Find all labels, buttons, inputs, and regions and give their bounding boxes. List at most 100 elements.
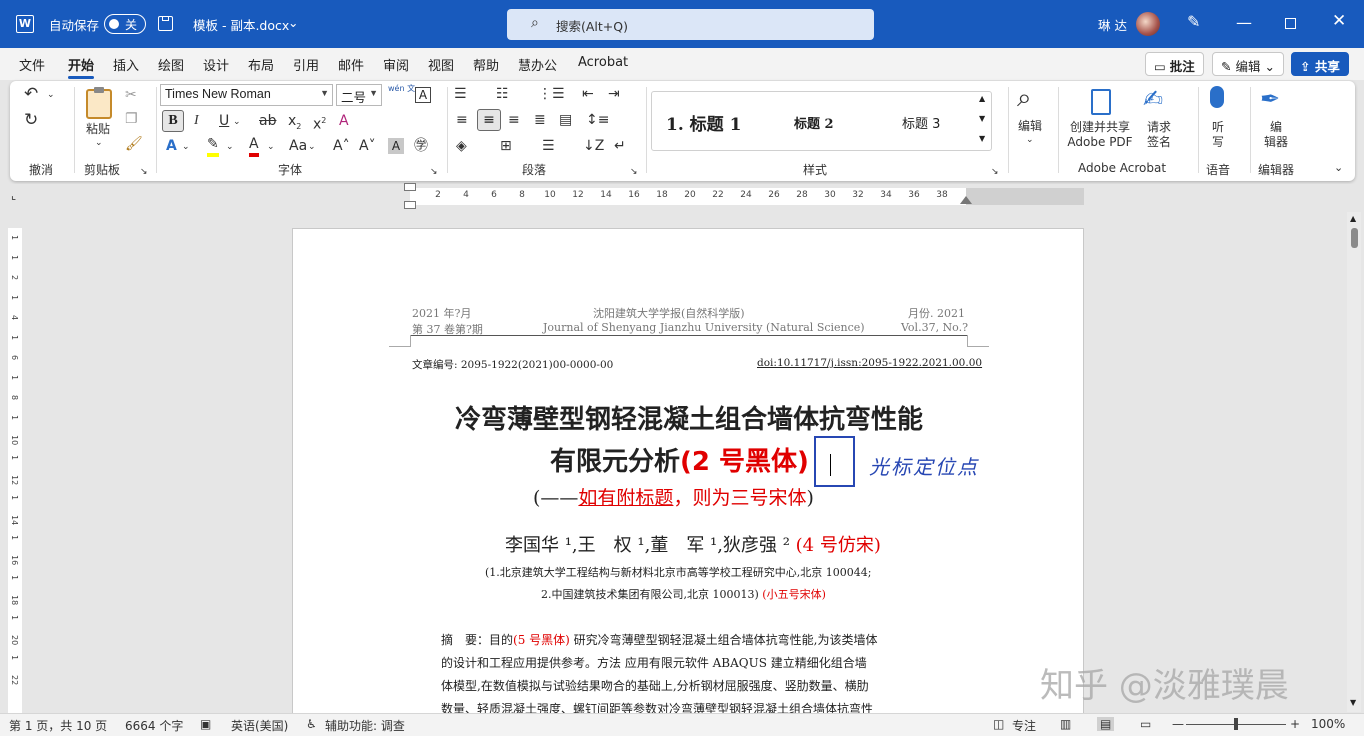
editing-dropdown-icon[interactable]: ⌄ bbox=[1026, 133, 1034, 147]
redo-icon[interactable]: ↻ bbox=[24, 111, 38, 129]
shrink-font-icon[interactable]: A˅ bbox=[359, 137, 376, 155]
comments-button[interactable]: ▭ 批注 bbox=[1145, 52, 1204, 76]
styles-scroll-down-icon[interactable]: ▼ bbox=[979, 114, 985, 123]
underline-button[interactable]: U bbox=[219, 112, 229, 130]
font-color-icon[interactable]: A bbox=[249, 135, 259, 157]
paragraph-launcher-icon[interactable]: ↘ bbox=[630, 165, 638, 179]
web-layout-icon[interactable]: ▭ bbox=[1140, 717, 1151, 731]
tab-design[interactable]: 设计 bbox=[203, 55, 229, 74]
clear-formatting-icon[interactable]: A bbox=[339, 112, 349, 130]
show-marks-icon[interactable]: ↵ bbox=[614, 137, 626, 155]
style-heading-2[interactable]: 标题 2 bbox=[794, 113, 834, 132]
tab-insert[interactable]: 插入 bbox=[113, 55, 139, 74]
enclose-char-icon[interactable]: ㊫ bbox=[414, 137, 428, 155]
styles-launcher-icon[interactable]: ↘ bbox=[991, 165, 999, 179]
right-indent-icon[interactable] bbox=[960, 196, 972, 204]
accessibility-status[interactable]: 辅助功能: 调查 bbox=[325, 717, 405, 734]
numbering-icon[interactable]: ☷ bbox=[496, 85, 509, 103]
decrease-indent-icon[interactable]: ⇤ bbox=[582, 85, 594, 103]
bullets-icon[interactable]: ☰ bbox=[454, 85, 467, 103]
pen-icon[interactable]: ✎ bbox=[1187, 12, 1200, 31]
autosave-toggle[interactable]: 关 bbox=[104, 14, 146, 34]
tab-layout[interactable]: 布局 bbox=[248, 55, 274, 74]
dictate-icon[interactable] bbox=[1210, 86, 1224, 108]
editor-icon[interactable]: ✒ bbox=[1260, 84, 1280, 114]
first-line-indent-icon[interactable] bbox=[404, 183, 416, 191]
grow-font-icon[interactable]: A˄ bbox=[333, 137, 350, 155]
editor-label-1[interactable]: 编 bbox=[1268, 120, 1284, 134]
char-shading-icon[interactable]: A bbox=[388, 138, 404, 154]
multilevel-list-icon[interactable]: ⋮☰ bbox=[538, 85, 565, 103]
distributed-icon[interactable]: ▤ bbox=[559, 111, 572, 129]
bold-button[interactable]: B bbox=[162, 110, 184, 132]
maximize-icon[interactable] bbox=[1285, 18, 1296, 29]
create-pdf-label-1[interactable]: 创建并共享 bbox=[1070, 120, 1130, 134]
editor-label-2[interactable]: 辑器 bbox=[1262, 135, 1290, 149]
chinese-layout-icon[interactable]: ☰ bbox=[542, 137, 555, 155]
change-case-dropdown-icon[interactable]: ⌄ bbox=[308, 138, 316, 156]
scroll-up-icon[interactable]: ▲ bbox=[1350, 214, 1356, 223]
scroll-down-icon[interactable]: ▼ bbox=[1350, 698, 1356, 707]
scroll-thumb[interactable] bbox=[1351, 228, 1358, 248]
clipboard-launcher-icon[interactable]: ↘ bbox=[140, 165, 148, 179]
char-border-icon[interactable]: A bbox=[415, 87, 431, 103]
shading-icon[interactable]: ◈ bbox=[456, 137, 467, 155]
tab-help[interactable]: 帮助 bbox=[473, 55, 499, 74]
highlight-icon[interactable]: ✎ bbox=[207, 135, 219, 157]
document-title[interactable]: 模板 - 副本.docx bbox=[193, 15, 289, 34]
tab-review[interactable]: 审阅 bbox=[383, 55, 409, 74]
tab-view[interactable]: 视图 bbox=[428, 55, 454, 74]
zoom-slider-thumb[interactable] bbox=[1234, 718, 1238, 730]
tab-references[interactable]: 引用 bbox=[293, 55, 319, 74]
accessibility-icon[interactable]: ♿ bbox=[306, 717, 317, 731]
align-center-button[interactable]: ≡ bbox=[477, 109, 501, 131]
ribbon-collapse-icon[interactable]: ⌄ bbox=[1334, 161, 1343, 175]
copy-icon[interactable]: ❐ bbox=[125, 110, 138, 128]
change-case-icon[interactable]: Aa bbox=[289, 137, 307, 155]
sort-icon[interactable]: ↓Z bbox=[583, 137, 604, 155]
borders-icon[interactable]: ⊞ bbox=[500, 137, 512, 155]
align-left-icon[interactable]: ≡ bbox=[456, 111, 468, 129]
highlight-dropdown-icon[interactable]: ⌄ bbox=[226, 138, 234, 156]
font-size-select[interactable]: 二号 ▼ bbox=[336, 84, 382, 106]
save-icon[interactable] bbox=[158, 16, 173, 31]
paste-icon[interactable] bbox=[86, 87, 112, 119]
styles-gallery[interactable]: 1. 标题 1 标题 2 标题 3 ▲ ▼ ▼ bbox=[651, 91, 992, 151]
cut-icon[interactable]: ✂ bbox=[125, 86, 137, 104]
increase-indent-icon[interactable]: ⇥ bbox=[608, 85, 620, 103]
find-icon[interactable]: ⌕ bbox=[1017, 83, 1032, 113]
editing-mode-button[interactable]: ✎ 编辑 ⌄ bbox=[1212, 52, 1284, 76]
focus-icon[interactable]: ◫ bbox=[993, 717, 1004, 731]
search-box[interactable]: ⌕ 搜索(Alt+Q) bbox=[507, 9, 874, 40]
tab-file[interactable]: 文件 bbox=[19, 55, 45, 74]
justify-icon[interactable]: ≣ bbox=[534, 111, 546, 129]
share-button[interactable]: ⇪ 共享 bbox=[1291, 52, 1349, 76]
undo-icon[interactable]: ↶ bbox=[24, 85, 38, 103]
italic-button[interactable]: I bbox=[194, 112, 199, 130]
tab-mailings[interactable]: 邮件 bbox=[338, 55, 364, 74]
left-indent-icon[interactable] bbox=[404, 201, 416, 209]
create-pdf-icon[interactable] bbox=[1091, 89, 1111, 115]
print-layout-icon[interactable]: ▤ bbox=[1097, 717, 1115, 731]
styles-scroll-up-icon[interactable]: ▲ bbox=[979, 94, 985, 103]
strikethrough-button[interactable]: ab bbox=[259, 112, 276, 130]
user-name[interactable]: 琳 达 bbox=[1098, 15, 1127, 34]
tab-acrobat[interactable]: Acrobat bbox=[578, 55, 628, 70]
tab-home[interactable]: 开始 bbox=[68, 55, 95, 79]
undo-dropdown-icon[interactable]: ⌄ bbox=[47, 86, 55, 104]
document-page[interactable]: 2021 年?月 第 37 卷第?期 沈阳建筑大学学报(自然科学版) Journ… bbox=[292, 228, 1084, 714]
paste-label[interactable]: 粘贴 bbox=[86, 122, 110, 136]
zoom-out-icon[interactable]: — bbox=[1172, 717, 1184, 731]
proofing-icon[interactable]: ▣ bbox=[200, 717, 211, 731]
word-count[interactable]: 6664 个字 bbox=[125, 717, 183, 734]
tab-selector-icon[interactable]: ⌞ bbox=[11, 189, 16, 202]
line-spacing-icon[interactable]: ↕≡ bbox=[586, 111, 609, 129]
request-signature-label-1[interactable]: 请求 bbox=[1146, 120, 1172, 134]
style-heading-1[interactable]: 1. 标题 1 bbox=[666, 110, 741, 135]
close-icon[interactable]: ✕ bbox=[1332, 11, 1346, 31]
styles-more-icon[interactable]: ▼ bbox=[979, 134, 985, 143]
font-color-dropdown-icon[interactable]: ⌄ bbox=[267, 138, 275, 156]
superscript-button[interactable]: x2 bbox=[313, 112, 326, 134]
subscript-button[interactable]: x2 bbox=[288, 112, 301, 136]
align-right-icon[interactable]: ≡ bbox=[508, 111, 520, 129]
